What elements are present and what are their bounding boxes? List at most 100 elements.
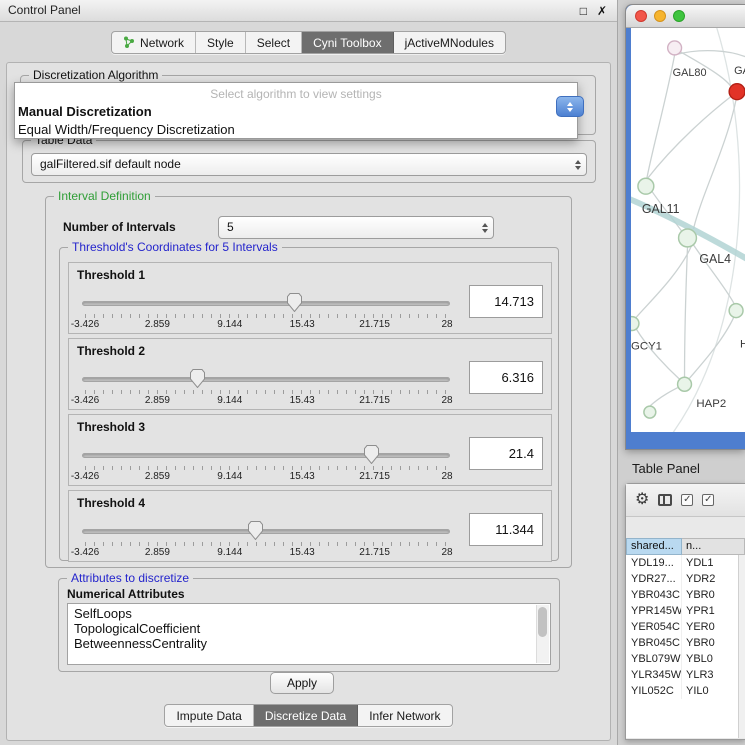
slider-thumb[interactable] (287, 293, 302, 312)
dropdown-option-manual[interactable]: Manual Discretization (15, 104, 577, 119)
close-traffic-light[interactable] (635, 10, 647, 22)
slider-track[interactable] (82, 529, 450, 534)
cell-shared-name[interactable]: YER054C (626, 619, 682, 635)
cell-name[interactable]: YBR0 (682, 635, 738, 651)
network-nodes (631, 41, 745, 418)
cell-shared-name[interactable]: YIL052C (626, 683, 682, 699)
tab-label: Cyni Toolbox (313, 36, 381, 50)
cell-name[interactable]: YBR0 (682, 587, 738, 603)
slider-thumb[interactable] (190, 369, 205, 388)
tab-network[interactable]: Network (112, 32, 196, 53)
node-label: GAL80 (673, 67, 707, 79)
table-scrollbar[interactable] (738, 555, 745, 738)
table-row[interactable]: YPR145WYPR1 (626, 603, 738, 619)
table-row[interactable]: YBR043CYBR0 (626, 587, 738, 603)
table-row[interactable]: YDL19...YDL1 (626, 555, 738, 571)
slider-ticks (85, 314, 447, 318)
threshold-value-field[interactable] (469, 361, 543, 394)
cell-shared-name[interactable]: YLR345W (626, 667, 682, 683)
table-row[interactable]: YBL079WYBL0 (626, 651, 738, 667)
float-window-icon[interactable]: □ (580, 1, 587, 22)
algorithm-combo-stepper[interactable] (556, 96, 584, 117)
table-data-combobox[interactable]: galFiltered.sif default node (31, 153, 587, 176)
scale-label: 21.715 (359, 547, 390, 558)
table-row[interactable]: YBR045CYBR0 (626, 635, 738, 651)
table-row[interactable]: YIL052CYIL0 (626, 683, 738, 699)
network-node-selected-red[interactable] (729, 84, 745, 100)
list-item[interactable]: SelfLoops (68, 604, 550, 621)
network-node[interactable] (678, 377, 692, 391)
cell-name[interactable]: YPR1 (682, 603, 738, 619)
checkbox-icon[interactable]: ✓ (681, 494, 693, 506)
apply-button[interactable]: Apply (270, 672, 334, 694)
close-icon[interactable]: ✗ (597, 1, 607, 22)
cell-name[interactable]: YLR3 (682, 667, 738, 683)
table-row[interactable]: YER054CYER0 (626, 619, 738, 635)
list-item[interactable]: TopologicalCoefficient (68, 621, 550, 636)
threshold-slider[interactable]: -3.426 2.859 9.144 15.43 21.715 28 (79, 519, 453, 559)
threshold-value-field[interactable] (469, 285, 543, 318)
slider-track[interactable] (82, 377, 450, 382)
slider-thumb[interactable] (364, 445, 379, 464)
threshold-slider[interactable]: -3.426 2.859 9.144 15.43 21.715 28 (79, 367, 453, 407)
scale-label: 28 (441, 471, 452, 482)
slider-thumb[interactable] (248, 521, 263, 540)
table-row[interactable]: YLR345WYLR3 (626, 667, 738, 683)
cell-name[interactable]: YIL0 (682, 683, 738, 699)
network-node[interactable] (638, 178, 654, 194)
checkbox-icon[interactable]: ✓ (702, 494, 714, 506)
cell-shared-name[interactable]: YBL079W (626, 651, 682, 667)
network-node[interactable] (668, 41, 682, 55)
zoom-traffic-light[interactable] (673, 10, 685, 22)
cell-name[interactable]: YDR2 (682, 571, 738, 587)
cell-shared-name[interactable]: YBR043C (626, 587, 682, 603)
table-row[interactable]: YDR27...YDR2 (626, 571, 738, 587)
tab-label: Style (207, 36, 234, 50)
scale-label: 9.144 (217, 319, 242, 330)
scale-label: -3.426 (71, 319, 99, 330)
cell-name[interactable]: YBL0 (682, 651, 738, 667)
network-node[interactable] (679, 229, 697, 247)
cell-name[interactable]: YER0 (682, 619, 738, 635)
cell-shared-name[interactable]: YDL19... (626, 555, 682, 571)
columns-icon[interactable] (658, 494, 672, 506)
scrollbar-thumb[interactable] (538, 607, 547, 637)
control-panel-titlebar[interactable]: Control Panel □ ✗ (0, 0, 617, 22)
slider-track[interactable] (82, 453, 450, 458)
attributes-list[interactable]: SelfLoops TopologicalCoefficient Between… (67, 603, 551, 665)
tab-jactivemnodules[interactable]: jActiveMNodules (394, 32, 505, 53)
cell-name[interactable]: YDL1 (682, 555, 738, 571)
network-node[interactable] (631, 317, 639, 331)
column-header-shared-name[interactable]: shared... (626, 538, 682, 555)
list-item[interactable]: BetweennessCentrality (68, 636, 550, 651)
dropdown-option-equal-width[interactable]: Equal Width/Frequency Discretization (15, 122, 577, 137)
gear-icon[interactable]: ⚙ (635, 492, 649, 508)
threshold-value-field[interactable] (469, 513, 543, 546)
tab-select[interactable]: Select (246, 32, 302, 53)
network-window-titlebar[interactable] (626, 5, 745, 28)
threshold-label: Threshold 4 (77, 496, 145, 510)
threshold-slider[interactable]: -3.426 2.859 9.144 15.43 21.715 28 (79, 443, 453, 483)
scale-label: 2.859 (145, 471, 170, 482)
cell-shared-name[interactable]: YDR27... (626, 571, 682, 587)
tab-impute-data[interactable]: Impute Data (165, 705, 253, 726)
number-of-intervals-combobox[interactable]: 5 (218, 216, 494, 239)
slider-track[interactable] (82, 301, 450, 306)
tab-infer-network[interactable]: Infer Network (358, 705, 451, 726)
bottom-tab-bar: Impute Data Discretize Data Infer Networ… (7, 704, 610, 727)
tab-style[interactable]: Style (196, 32, 246, 53)
slider-ticks (85, 466, 447, 470)
cell-shared-name[interactable]: YBR045C (626, 635, 682, 651)
threshold-slider[interactable]: -3.426 2.859 9.144 15.43 21.715 28 (79, 291, 453, 331)
threshold-value-field[interactable] (469, 437, 543, 470)
tab-discretize-data[interactable]: Discretize Data (254, 705, 358, 726)
minimize-traffic-light[interactable] (654, 10, 666, 22)
network-canvas[interactable]: GAL80 GAL8 GAL11 GAL4 GCY1 H HAP2 (631, 28, 745, 432)
list-scrollbar[interactable] (536, 605, 549, 663)
threshold-label: Threshold 2 (77, 344, 145, 358)
network-node[interactable] (729, 304, 743, 318)
cell-shared-name[interactable]: YPR145W (626, 603, 682, 619)
column-header-name[interactable]: n... (682, 538, 745, 555)
network-node[interactable] (644, 406, 656, 418)
tab-cyni-toolbox[interactable]: Cyni Toolbox (302, 32, 393, 53)
